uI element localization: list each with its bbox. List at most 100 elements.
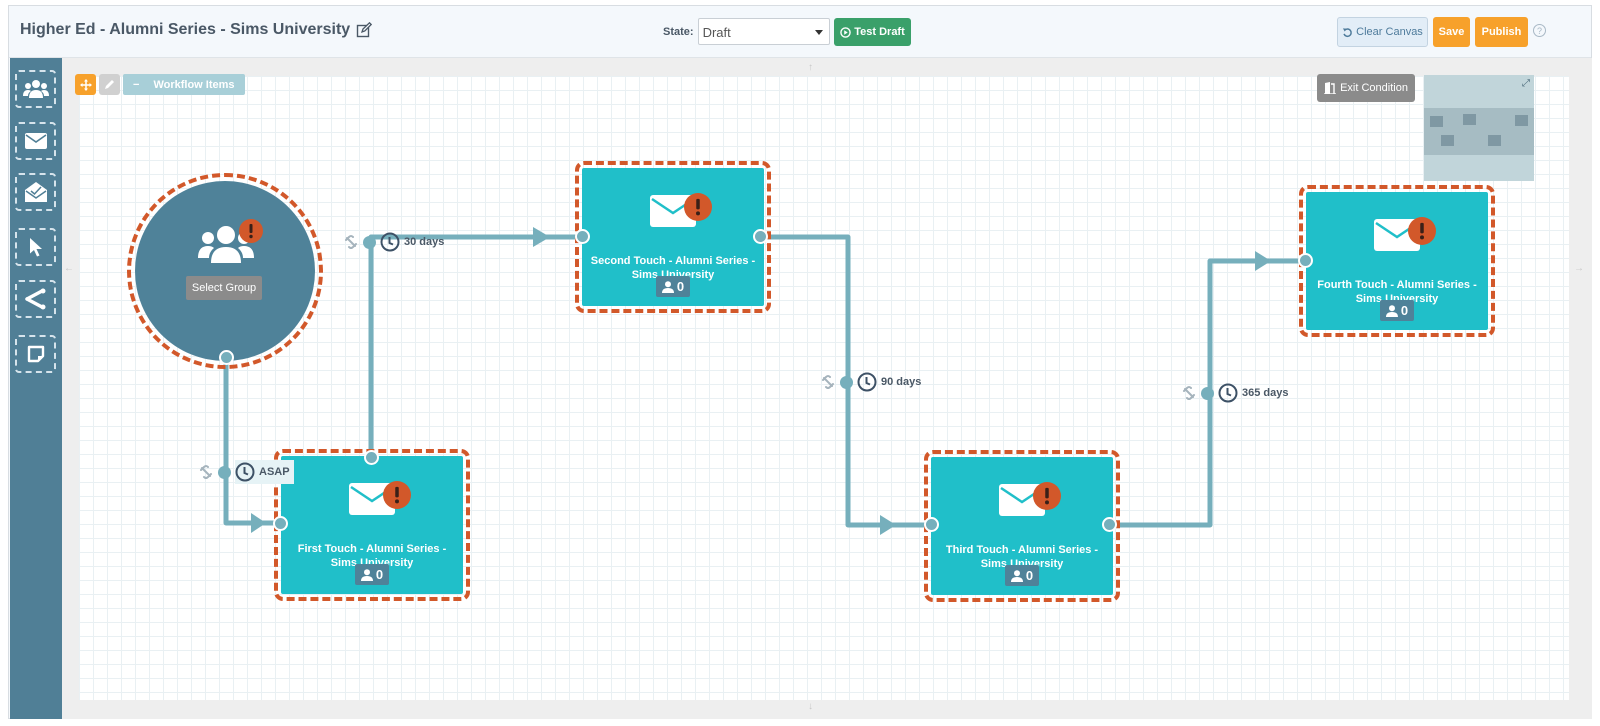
state-label: State: bbox=[663, 25, 694, 38]
play-circle-icon bbox=[840, 26, 852, 38]
note-tool[interactable] bbox=[15, 335, 56, 373]
clear-canvas-label: Clear Canvas bbox=[1356, 26, 1423, 38]
group-tool[interactable] bbox=[15, 70, 56, 108]
user-icon bbox=[360, 568, 373, 581]
door-exit-icon bbox=[1324, 82, 1337, 94]
second-input-port[interactable] bbox=[575, 229, 590, 244]
publish-button[interactable]: Publish bbox=[1475, 17, 1528, 47]
test-draft-label: Test Draft bbox=[854, 26, 905, 38]
workflow-title: Higher Ed - Alumni Series - Sims Univers… bbox=[20, 21, 373, 39]
contact-count-badge[interactable]: 0 bbox=[1380, 300, 1414, 321]
delay-365-days[interactable]: 365 days bbox=[1181, 383, 1288, 403]
scroll-up-arrow-icon[interactable]: ↑ bbox=[808, 62, 813, 73]
email-node-third[interactable]: Third Touch - Alumni Series - Sims Unive… bbox=[924, 450, 1120, 602]
start-output-port[interactable] bbox=[219, 350, 234, 365]
clear-canvas-button[interactable]: Clear Canvas bbox=[1337, 17, 1428, 47]
sticky-note-icon bbox=[27, 345, 44, 363]
edit-icon[interactable] bbox=[356, 21, 373, 38]
save-button[interactable]: Save bbox=[1433, 17, 1470, 47]
contact-count: 0 bbox=[1400, 303, 1409, 318]
scroll-down-arrow-icon[interactable]: ↓ bbox=[808, 701, 813, 712]
unlink-icon[interactable] bbox=[198, 464, 214, 480]
third-input-port[interactable] bbox=[924, 517, 939, 532]
workflow-items-label: Workflow Items bbox=[153, 78, 235, 91]
warning-icon bbox=[239, 219, 263, 243]
move-button[interactable] bbox=[75, 74, 96, 95]
delay-handle[interactable] bbox=[1201, 386, 1214, 400]
exit-condition-label: Exit Condition bbox=[1340, 82, 1408, 94]
email-node-fourth[interactable]: Fourth Touch - Alumni Series - Sims Univ… bbox=[1299, 185, 1495, 337]
split-icon bbox=[24, 288, 45, 310]
scroll-left-arrow-icon[interactable]: ← bbox=[64, 263, 74, 274]
split-tool[interactable] bbox=[15, 280, 56, 318]
second-output-port[interactable] bbox=[753, 229, 768, 244]
start-group-node[interactable]: Select Group bbox=[127, 173, 323, 369]
delay-handle[interactable] bbox=[218, 465, 231, 479]
contact-count-badge[interactable]: 0 bbox=[656, 276, 690, 297]
email-node-first[interactable]: First Touch - Alumni Series - Sims Unive… bbox=[274, 449, 470, 601]
workflow-title-text: Higher Ed - Alumni Series - Sims Univers… bbox=[20, 21, 351, 38]
minimap-node bbox=[1441, 135, 1454, 146]
first-output-port[interactable] bbox=[364, 450, 379, 465]
contact-count-badge[interactable]: 0 bbox=[1005, 565, 1039, 586]
clock-icon bbox=[380, 232, 400, 252]
envelope-open-icon bbox=[24, 182, 47, 202]
pencil-button[interactable] bbox=[99, 74, 120, 95]
envelope-icon bbox=[24, 133, 47, 149]
fourth-input-port[interactable] bbox=[1298, 253, 1313, 268]
contact-count: 0 bbox=[676, 279, 685, 294]
delay-handle[interactable] bbox=[840, 375, 853, 389]
workflow-items-toggle[interactable]: − Workflow Items bbox=[123, 74, 245, 95]
tool-sidebar bbox=[10, 58, 62, 719]
scroll-right-arrow-icon[interactable]: → bbox=[1574, 263, 1584, 274]
click-tool[interactable] bbox=[15, 228, 56, 266]
move-icon bbox=[79, 78, 92, 91]
exit-condition-button[interactable]: Exit Condition bbox=[1317, 74, 1415, 102]
delay-90-days[interactable]: 90 days bbox=[820, 372, 921, 392]
state-control: State: Draft bbox=[663, 18, 830, 45]
unlink-icon[interactable] bbox=[820, 374, 836, 390]
delay-asap[interactable]: ASAP bbox=[198, 460, 294, 484]
state-value: Draft bbox=[702, 25, 731, 40]
contact-count: 0 bbox=[375, 567, 384, 582]
minimap-node bbox=[1430, 116, 1443, 127]
minimap-node bbox=[1488, 135, 1501, 146]
warning-icon bbox=[1033, 482, 1061, 510]
delay-label: 365 days bbox=[1242, 387, 1289, 399]
email-tool[interactable] bbox=[15, 122, 56, 160]
unlink-icon[interactable] bbox=[343, 234, 359, 250]
first-input-port[interactable] bbox=[273, 516, 288, 531]
workflow-editor: Higher Ed - Alumni Series - Sims Univers… bbox=[8, 5, 1592, 719]
delay-label: 30 days bbox=[404, 236, 445, 248]
delay-label: 90 days bbox=[881, 376, 922, 388]
minus-icon: − bbox=[133, 78, 140, 91]
help-icon[interactable]: ? bbox=[1533, 24, 1546, 37]
email-node-second[interactable]: Second Touch - Alumni Series - Sims Univ… bbox=[575, 161, 771, 313]
third-output-port[interactable] bbox=[1102, 517, 1117, 532]
email-opened-tool[interactable] bbox=[15, 173, 56, 211]
contact-count: 0 bbox=[1025, 568, 1034, 583]
delay-timer[interactable]: ASAP bbox=[235, 460, 294, 484]
minimap-node bbox=[1463, 114, 1476, 125]
user-icon bbox=[1010, 569, 1023, 582]
state-select[interactable]: Draft bbox=[697, 18, 830, 45]
workflow-toolbar: − Workflow Items bbox=[75, 74, 245, 95]
user-icon bbox=[661, 280, 674, 293]
pencil-icon bbox=[105, 80, 114, 89]
delay-30-days[interactable]: 30 days bbox=[343, 232, 444, 252]
delay-handle[interactable] bbox=[363, 235, 376, 249]
clock-icon bbox=[1218, 383, 1238, 403]
warning-icon bbox=[1408, 217, 1436, 245]
contact-count-badge[interactable]: 0 bbox=[355, 564, 389, 585]
unlink-icon[interactable] bbox=[1181, 385, 1197, 401]
warning-icon bbox=[383, 481, 411, 509]
header-bar: Higher Ed - Alumni Series - Sims Univers… bbox=[9, 6, 1591, 58]
cursor-icon bbox=[29, 238, 42, 257]
expand-icon[interactable]: ⤢ bbox=[1522, 78, 1530, 89]
user-icon bbox=[1385, 304, 1398, 317]
clock-icon bbox=[235, 462, 255, 482]
minimap[interactable]: ⤢ bbox=[1424, 75, 1534, 181]
test-draft-button[interactable]: Test Draft bbox=[834, 18, 911, 46]
select-group-button[interactable]: Select Group bbox=[186, 276, 262, 300]
clock-icon bbox=[857, 372, 877, 392]
